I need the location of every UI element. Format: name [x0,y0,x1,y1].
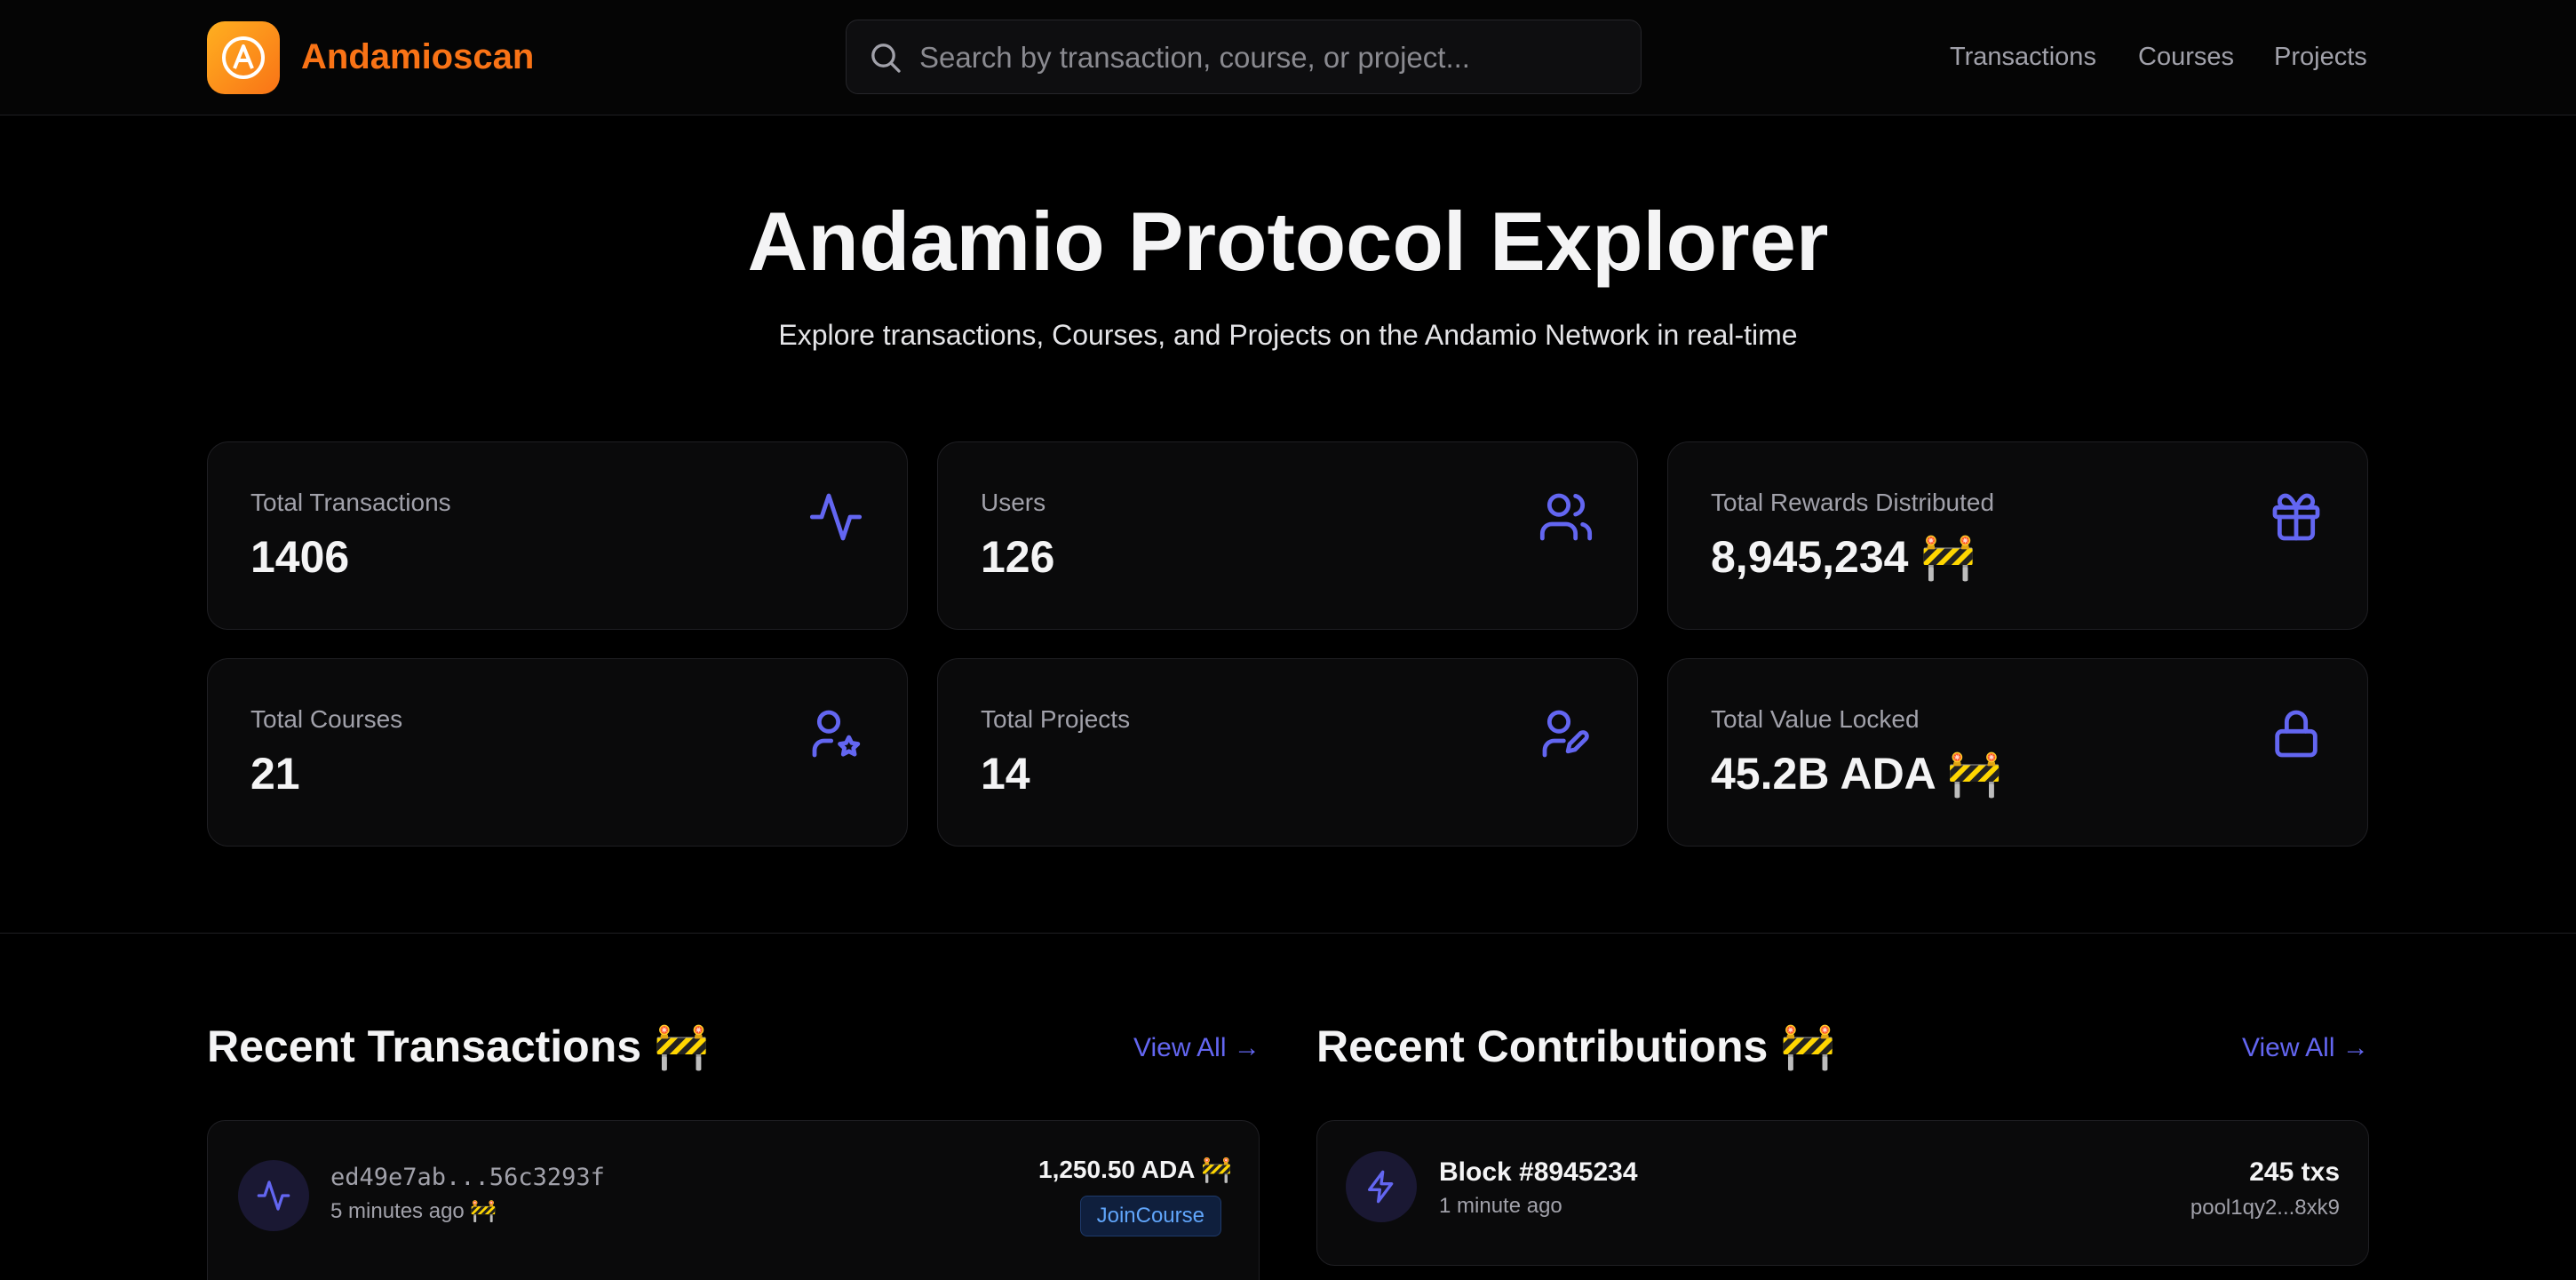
stat-label: Total Rewards Distributed [1711,489,1995,516]
stat-label: Total Value Locked [1711,705,1920,733]
transaction-time: 5 minutes ago 🚧 [330,1199,497,1223]
section-divider [0,933,2576,934]
stat-card-total-rewards: Total Rewards Distributed 8,945,234 🚧 [1667,441,2368,630]
lock-icon [2275,710,2318,758]
stat-value: 126 [981,532,1055,582]
recent-transactions-title: Recent Transactions 🚧 [207,1022,710,1071]
contribution-row[interactable]: Block #8945234 1 minute ago 245 txs pool… [1316,1120,2369,1266]
stat-value: 45.2B ADA 🚧 [1711,749,2003,799]
stat-value: 21 [250,749,300,799]
stat-label: Total Courses [250,705,403,733]
users-icon [1539,493,1593,541]
nav-courses[interactable]: Courses [2138,39,2234,75]
transaction-type-badge: JoinCourse [1079,1196,1221,1236]
nav-transactions[interactable]: Transactions [1950,39,2096,75]
block-tx-count: 245 txs [2249,1157,2340,1187]
contribution-icon-wrap [1346,1151,1417,1222]
user-star-icon [812,710,861,758]
top-nav-bar: Andamioscan Transactions Courses Project… [0,0,2576,115]
stat-card-total-projects: Total Projects 14 [937,658,1638,847]
stat-card-users: Users 126 [937,441,1638,630]
transaction-amount: 1,250.50 ADA 🚧 [1038,1156,1232,1183]
stat-label: Users [981,489,1046,516]
block-number[interactable]: Block #8945234 [1439,1155,1638,1190]
stat-value: 14 [981,749,1030,799]
stat-card-total-value-locked: Total Value Locked 45.2B ADA 🚧 [1667,658,2368,847]
activity-icon [257,1181,290,1211]
transaction-row[interactable]: ed49e7ab...56c3293f 5 minutes ago 🚧 1,25… [207,1120,1260,1280]
transaction-type-icon-wrap [238,1160,309,1231]
nav-projects[interactable]: Projects [2274,39,2367,75]
stat-value: 1406 [250,532,350,582]
stat-card-total-courses: Total Courses 21 [207,658,908,847]
block-pool-id: pool1qy2...8xk9 [2190,1196,2340,1220]
page-subtitle: Explore transactions, Courses, and Proje… [778,319,1798,351]
recent-contributions-title: Recent Contributions 🚧 [1316,1022,1836,1071]
search-bar[interactable] [846,20,1642,94]
stat-label: Total Projects [981,705,1131,733]
block-time: 1 minute ago [1439,1194,1562,1218]
view-all-transactions-link[interactable]: View All → [1133,1030,1260,1066]
andamio-logo-icon [222,36,265,79]
stat-card-total-transactions: Total Transactions 1406 [207,441,908,630]
stat-value: 8,945,234 🚧 [1711,532,1976,582]
view-all-contributions-link[interactable]: View All → [2242,1030,2369,1066]
zap-icon [1368,1170,1394,1204]
page-title: Andamio Protocol Explorer [747,195,1829,288]
transaction-hash[interactable]: ed49e7ab...56c3293f [330,1162,605,1194]
brand-name[interactable]: Andamioscan [301,34,534,80]
user-pen-icon [1542,710,1589,758]
activity-icon [809,493,863,541]
search-icon [871,44,901,73]
gift-icon [2272,493,2320,541]
stat-label: Total Transactions [250,489,451,516]
search-input[interactable] [919,33,1621,83]
logo[interactable] [207,21,280,94]
